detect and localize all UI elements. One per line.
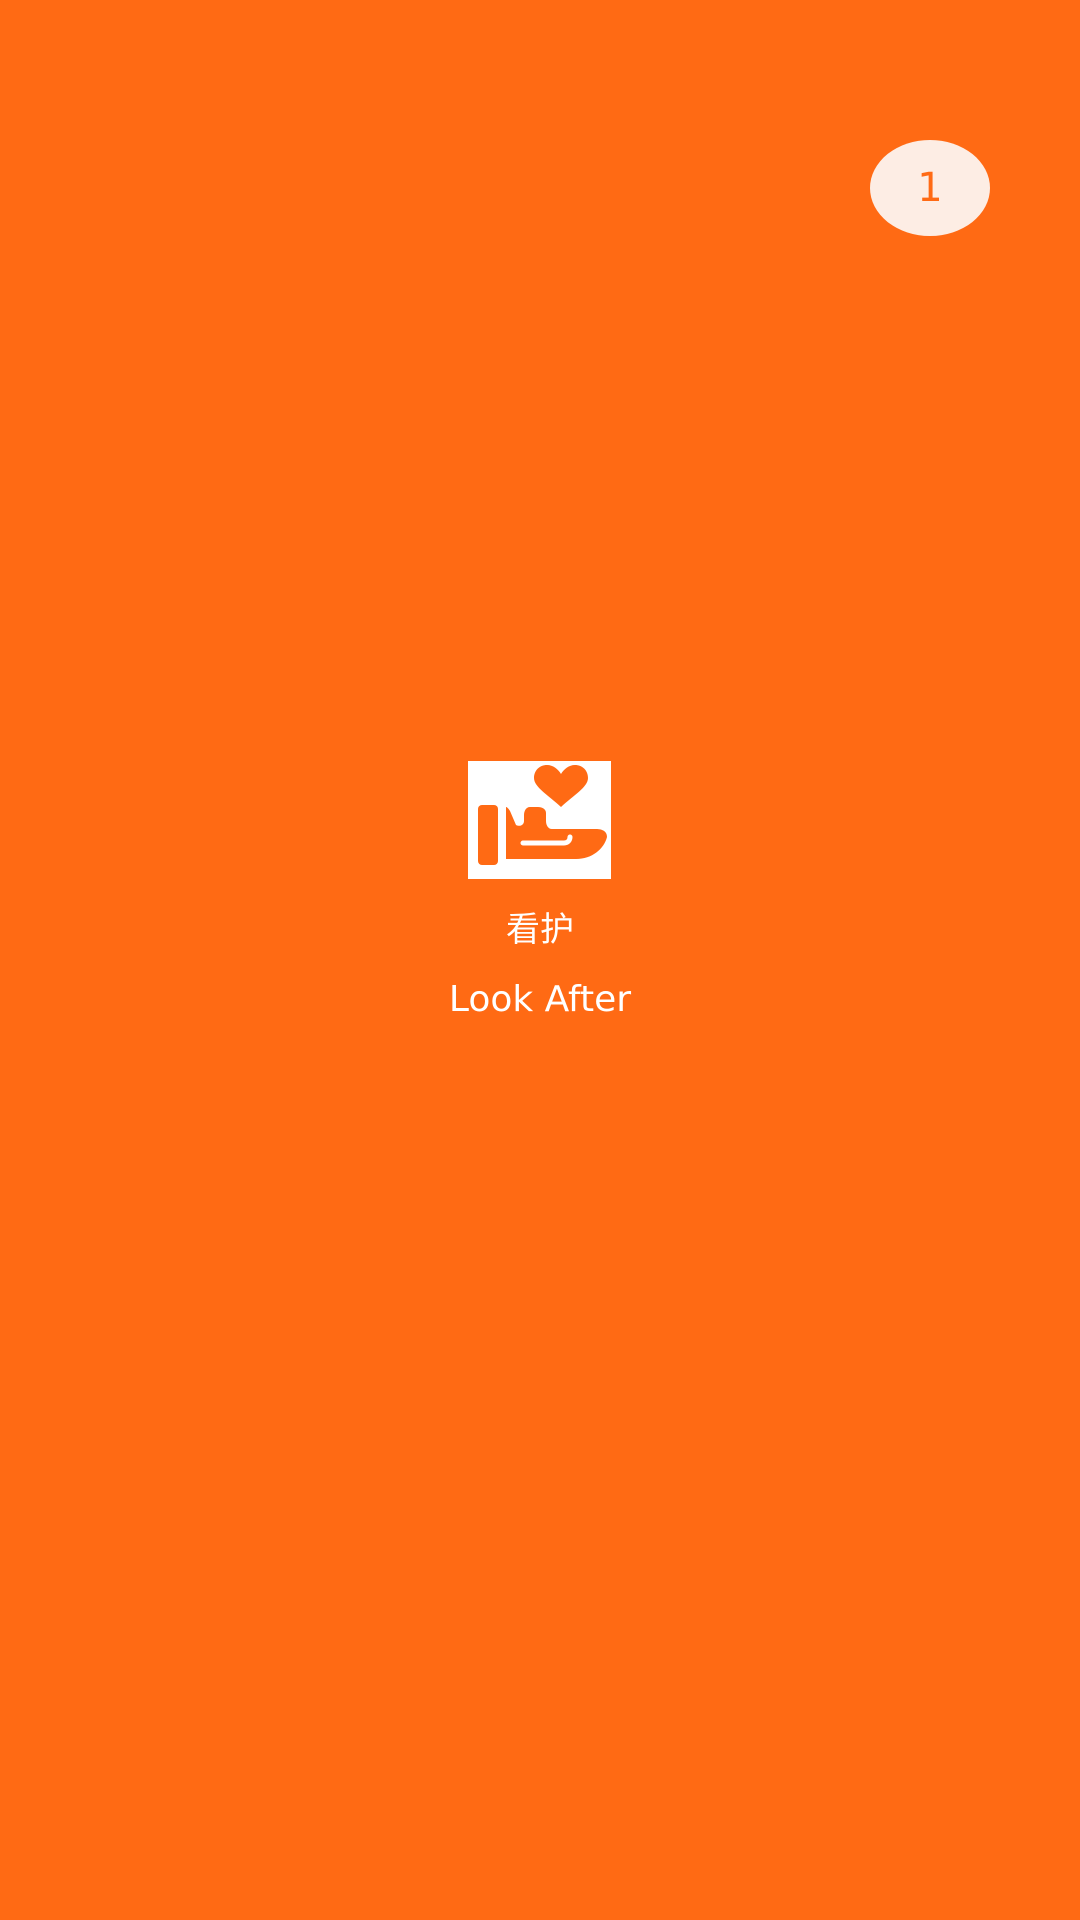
app-name-chinese: 看护 — [506, 910, 574, 950]
app-name-english: Look After — [448, 979, 632, 1020]
hand-heart-icon — [478, 765, 607, 865]
app-logo — [468, 761, 611, 879]
skip-countdown-button[interactable]: 1 — [870, 140, 990, 236]
countdown-number: 1 — [917, 165, 943, 211]
